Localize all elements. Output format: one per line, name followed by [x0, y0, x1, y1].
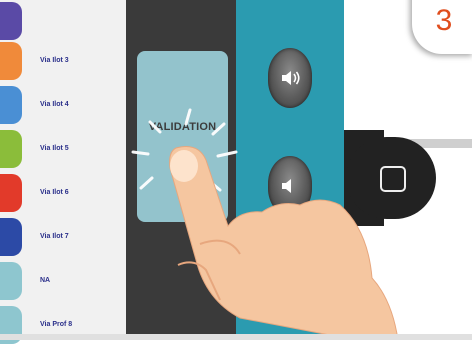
hand-overlay — [131, 108, 399, 340]
step-number: 3 — [435, 4, 453, 37]
pointing-hand-icon — [169, 146, 399, 340]
tutorial-frame: Via Ilot 3 Via Ilot 4 Via Ilot 5 Via Ilot 6… — [0, 0, 472, 344]
bottom-strip — [0, 334, 472, 340]
